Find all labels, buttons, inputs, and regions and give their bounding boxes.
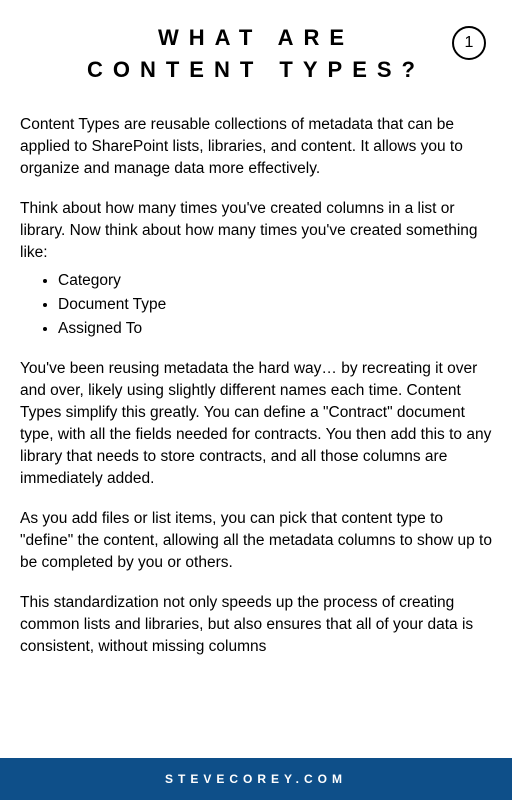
page-number: 1	[465, 34, 474, 52]
page-footer: STEVECOREY.COM	[0, 758, 512, 800]
footer-site: STEVECOREY.COM	[165, 772, 347, 786]
para-detail-2: As you add files or list items, you can …	[20, 508, 492, 574]
list-item: Assigned To	[58, 318, 492, 340]
list-item: Category	[58, 270, 492, 292]
para-intro: Content Types are reusable collections o…	[20, 114, 492, 180]
page-number-badge: 1	[452, 26, 486, 60]
body-content: Content Types are reusable collections o…	[0, 96, 512, 658]
example-list: Category Document Type Assigned To	[58, 270, 492, 340]
page-header: WHAT ARE CONTENT TYPES? 1	[0, 0, 512, 96]
page-title: WHAT ARE CONTENT TYPES?	[76, 22, 436, 86]
list-item: Document Type	[58, 294, 492, 316]
para-detail-3: This standardization not only speeds up …	[20, 592, 492, 658]
para-leadin: Think about how many times you've create…	[20, 198, 492, 264]
para-detail-1: You've been reusing metadata the hard wa…	[20, 358, 492, 490]
